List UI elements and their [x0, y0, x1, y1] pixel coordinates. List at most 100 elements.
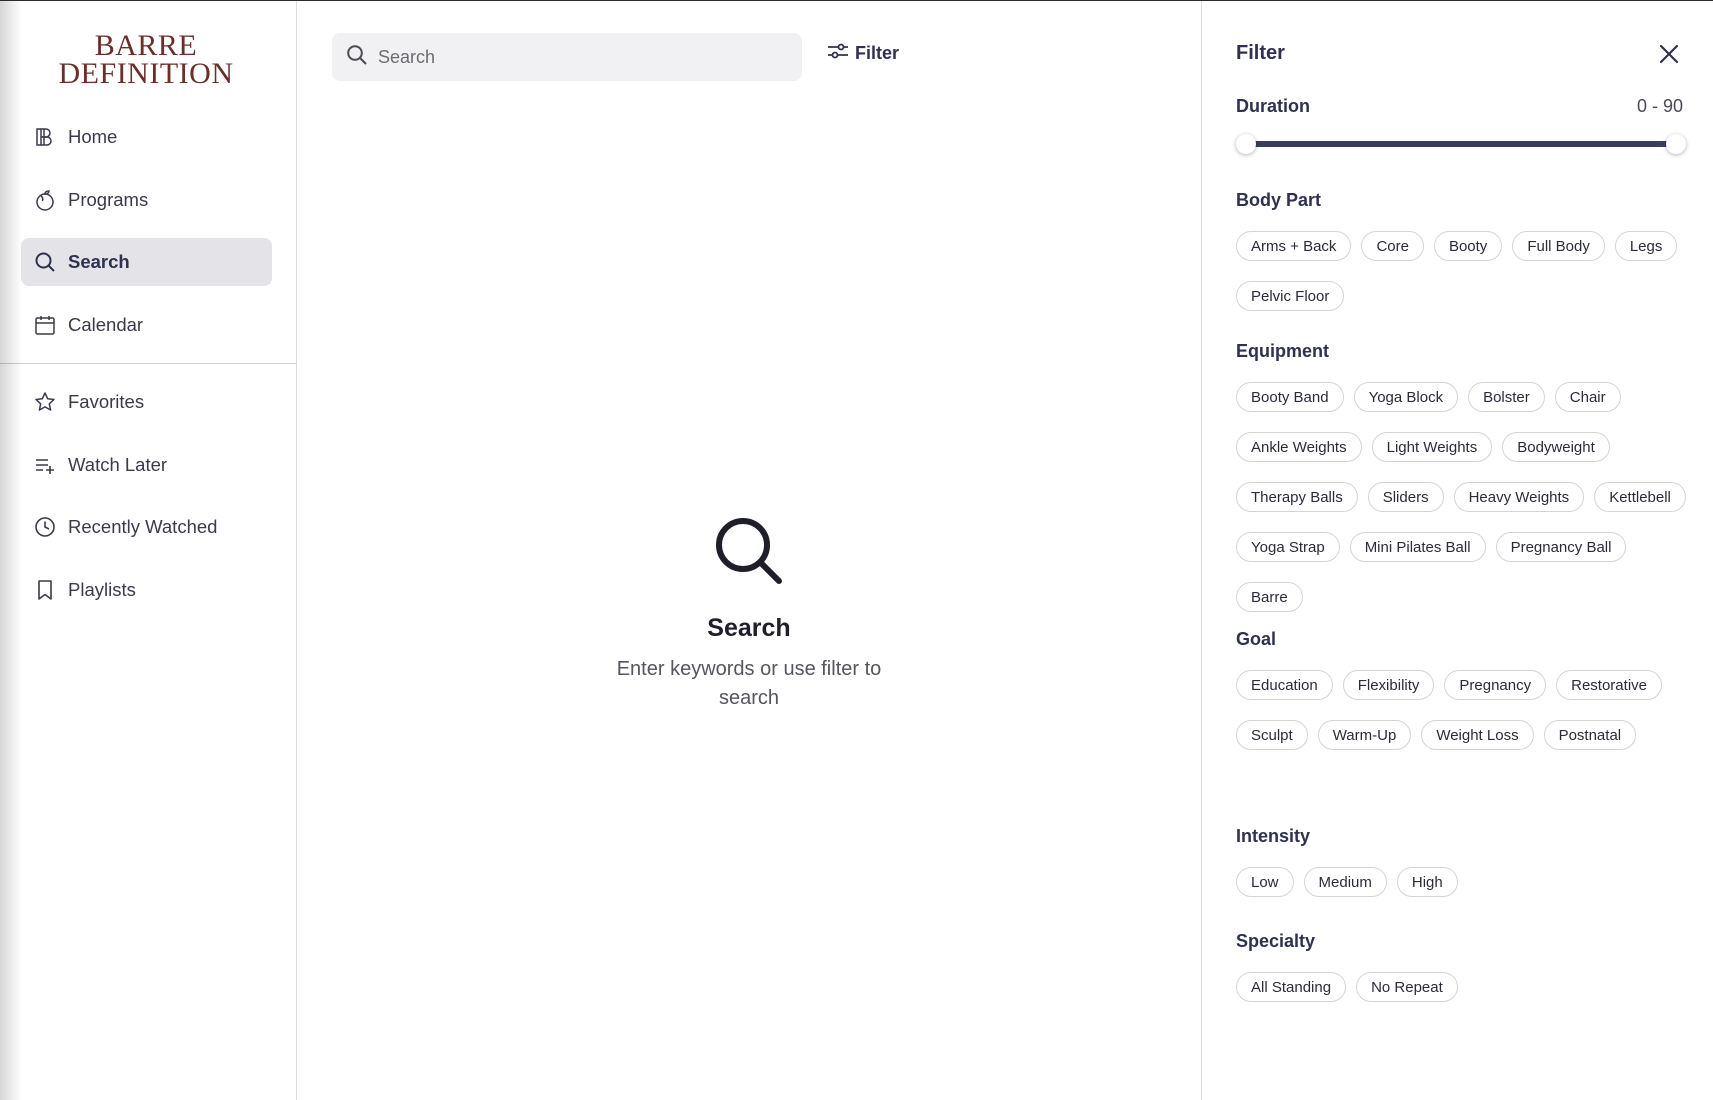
- filter-chip-legs[interactable]: Legs: [1614, 231, 1678, 261]
- filter-chip-all-standing[interactable]: All Standing: [1236, 972, 1347, 1002]
- calendar-icon: [34, 314, 56, 336]
- sidebar-item-label: Watch Later: [68, 453, 168, 475]
- sliders-icon: [827, 42, 849, 65]
- filter-button[interactable]: Filter: [827, 42, 899, 65]
- close-button[interactable]: [1657, 42, 1681, 66]
- filter-chip-group: Low Medium High: [1236, 867, 1696, 897]
- main-content: Filter Search Enter keywords or use filt…: [297, 0, 1201, 1100]
- top-border: [0, 0, 1713, 1]
- filter-chip-group: All Standing No Repeat: [1236, 972, 1696, 1002]
- filter-chip-bolster[interactable]: Bolster: [1468, 382, 1545, 412]
- sidebar-item-label: Favorites: [68, 391, 145, 412]
- primary-nav: Home Programs Search Calendar: [21, 113, 272, 363]
- filter-chip-no-repeat[interactable]: No Repeat: [1356, 972, 1458, 1002]
- filter-chip-booty[interactable]: Booty: [1433, 231, 1503, 261]
- filter-chip-yoga-block[interactable]: Yoga Block: [1353, 382, 1459, 412]
- filter-chip-group: Booty Band Yoga Block Bolster Chair Ankle We…: [1236, 382, 1696, 612]
- filter-chip-pregnancy[interactable]: Pregnancy: [1444, 670, 1547, 700]
- large-search-icon: [297, 515, 1201, 592]
- filter-chip-weight-loss[interactable]: Weight Loss: [1421, 720, 1534, 750]
- filter-chip-flexibility[interactable]: Flexibility: [1342, 670, 1435, 700]
- playlist-add-icon: [34, 454, 56, 476]
- filter-panel-title: Filter: [1236, 42, 1285, 64]
- empty-state: Search Enter keywords or use filter to s…: [297, 515, 1201, 713]
- filter-chip-medium[interactable]: Medium: [1303, 867, 1387, 897]
- slider-range-fill: [1246, 141, 1676, 147]
- filter-section-title: Specialty: [1236, 931, 1316, 951]
- filter-chip-barre[interactable]: Barre: [1236, 582, 1303, 612]
- filter-chip-light-weights[interactable]: Light Weights: [1371, 432, 1493, 462]
- filter-chip-restorative[interactable]: Restorative: [1556, 670, 1662, 700]
- filter-chip-mini-pilates-ball[interactable]: Mini Pilates Ball: [1349, 532, 1486, 562]
- sidebar-item-programs[interactable]: Programs: [21, 176, 272, 224]
- slider-thumb-min[interactable]: [1236, 134, 1256, 154]
- search-icon: [34, 251, 56, 273]
- filter-chip-therapy-balls[interactable]: Therapy Balls: [1236, 482, 1358, 512]
- search-icon: [346, 44, 368, 71]
- sidebar-item-recently-watched[interactable]: Recently Watched: [21, 503, 272, 551]
- sidebar-item-calendar[interactable]: Calendar: [21, 301, 272, 349]
- sidebar-item-label: Playlists: [68, 578, 136, 600]
- sidebar-item-label: Calendar: [68, 313, 144, 335]
- filter-chip-sculpt[interactable]: Sculpt: [1236, 720, 1308, 750]
- filter-chip-heavy-weights[interactable]: Heavy Weights: [1453, 482, 1585, 512]
- filter-panel: Filter Duration 0 - 90 Body Part Arms + B…: [1201, 0, 1713, 1100]
- filter-button-label: Filter: [855, 43, 900, 63]
- bookmark-icon: [34, 579, 56, 601]
- duration-range-slider[interactable]: [1236, 132, 1686, 156]
- filter-chip-pelvic-floor[interactable]: Pelvic Floor: [1236, 281, 1345, 311]
- empty-state-description: Enter keywords or use filter to search: [616, 658, 882, 709]
- duration-label: Duration: [1236, 96, 1310, 116]
- filter-chip-arms-back[interactable]: Arms + Back: [1236, 231, 1352, 261]
- filter-section-specialty: Specialty All Standing No Repeat: [1236, 931, 1696, 1002]
- filter-chip-bodyweight[interactable]: Bodyweight: [1502, 432, 1610, 462]
- filter-section-intensity: Intensity Low Medium High: [1236, 826, 1696, 897]
- filter-section-title: Goal: [1236, 629, 1277, 649]
- search-input[interactable]: [378, 46, 778, 68]
- filter-chip-group: Education Flexibility Pregnancy Restorative…: [1236, 670, 1696, 750]
- sidebar-item-home[interactable]: Home: [21, 113, 272, 161]
- filter-chip-ankle-weights[interactable]: Ankle Weights: [1236, 432, 1362, 462]
- sidebar-item-watch-later[interactable]: Watch Later: [21, 441, 272, 489]
- star-icon: [34, 391, 56, 413]
- filter-section-equipment: Equipment Booty Band Yoga Block Bolster Chai…: [1236, 341, 1696, 612]
- filter-section-body-part: Body Part Arms + Back Core Booty Full Body Le…: [1236, 190, 1696, 311]
- search-bar[interactable]: [332, 33, 802, 81]
- filter-chip-education[interactable]: Education: [1236, 670, 1333, 700]
- brand-line-1: BARRE: [94, 29, 198, 62]
- filter-chip-group: Arms + Back Core Booty Full Body Legs Pelvic …: [1236, 231, 1696, 311]
- filter-chip-kettlebell[interactable]: Kettlebell: [1594, 482, 1686, 512]
- sidebar-item-label: Recently Watched: [68, 516, 218, 537]
- filter-section-title: Equipment: [1236, 341, 1329, 361]
- filter-chip-core[interactable]: Core: [1361, 231, 1424, 261]
- close-icon: [1657, 44, 1681, 70]
- filter-chip-full-body[interactable]: Full Body: [1512, 231, 1605, 261]
- nav-divider: [0, 363, 297, 364]
- filter-section-goal: Goal Education Flexibility Pregnancy Restora…: [1236, 629, 1696, 750]
- sidebar-item-label: Home: [68, 126, 118, 147]
- filter-chip-pregnancy-ball[interactable]: Pregnancy Ball: [1495, 532, 1627, 562]
- filter-section-title: Intensity: [1236, 826, 1311, 846]
- sidebar-item-search[interactable]: Search: [21, 238, 272, 286]
- duration-value: 0 - 90: [1636, 96, 1683, 116]
- sidebar: BARRE DEFINITION Home Programs Search Ca…: [0, 0, 297, 1100]
- peach-icon: [34, 189, 56, 211]
- filter-chip-sliders[interactable]: Sliders: [1367, 482, 1444, 512]
- brand-b-icon: [34, 126, 56, 148]
- brand-logo[interactable]: BARRE DEFINITION: [46, 29, 246, 90]
- filter-section-title: Body Part: [1236, 190, 1322, 210]
- brand-line-2: DEFINITION: [58, 57, 234, 90]
- filter-chip-high[interactable]: High: [1396, 867, 1458, 897]
- filter-chip-booty-band[interactable]: Booty Band: [1236, 382, 1344, 412]
- filter-chip-warm-up[interactable]: Warm-Up: [1317, 720, 1412, 750]
- sidebar-item-label: Search: [68, 251, 130, 272]
- filter-chip-chair[interactable]: Chair: [1554, 382, 1621, 412]
- filter-chip-postnatal[interactable]: Postnatal: [1543, 720, 1637, 750]
- clock-icon: [34, 516, 56, 538]
- filter-chip-low[interactable]: Low: [1236, 867, 1294, 897]
- sidebar-item-favorites[interactable]: Favorites: [21, 378, 272, 426]
- filter-chip-yoga-strap[interactable]: Yoga Strap: [1236, 532, 1340, 562]
- slider-thumb-max[interactable]: [1666, 134, 1686, 154]
- sidebar-item-playlists[interactable]: Playlists: [21, 566, 272, 614]
- empty-state-title: Search: [707, 614, 791, 642]
